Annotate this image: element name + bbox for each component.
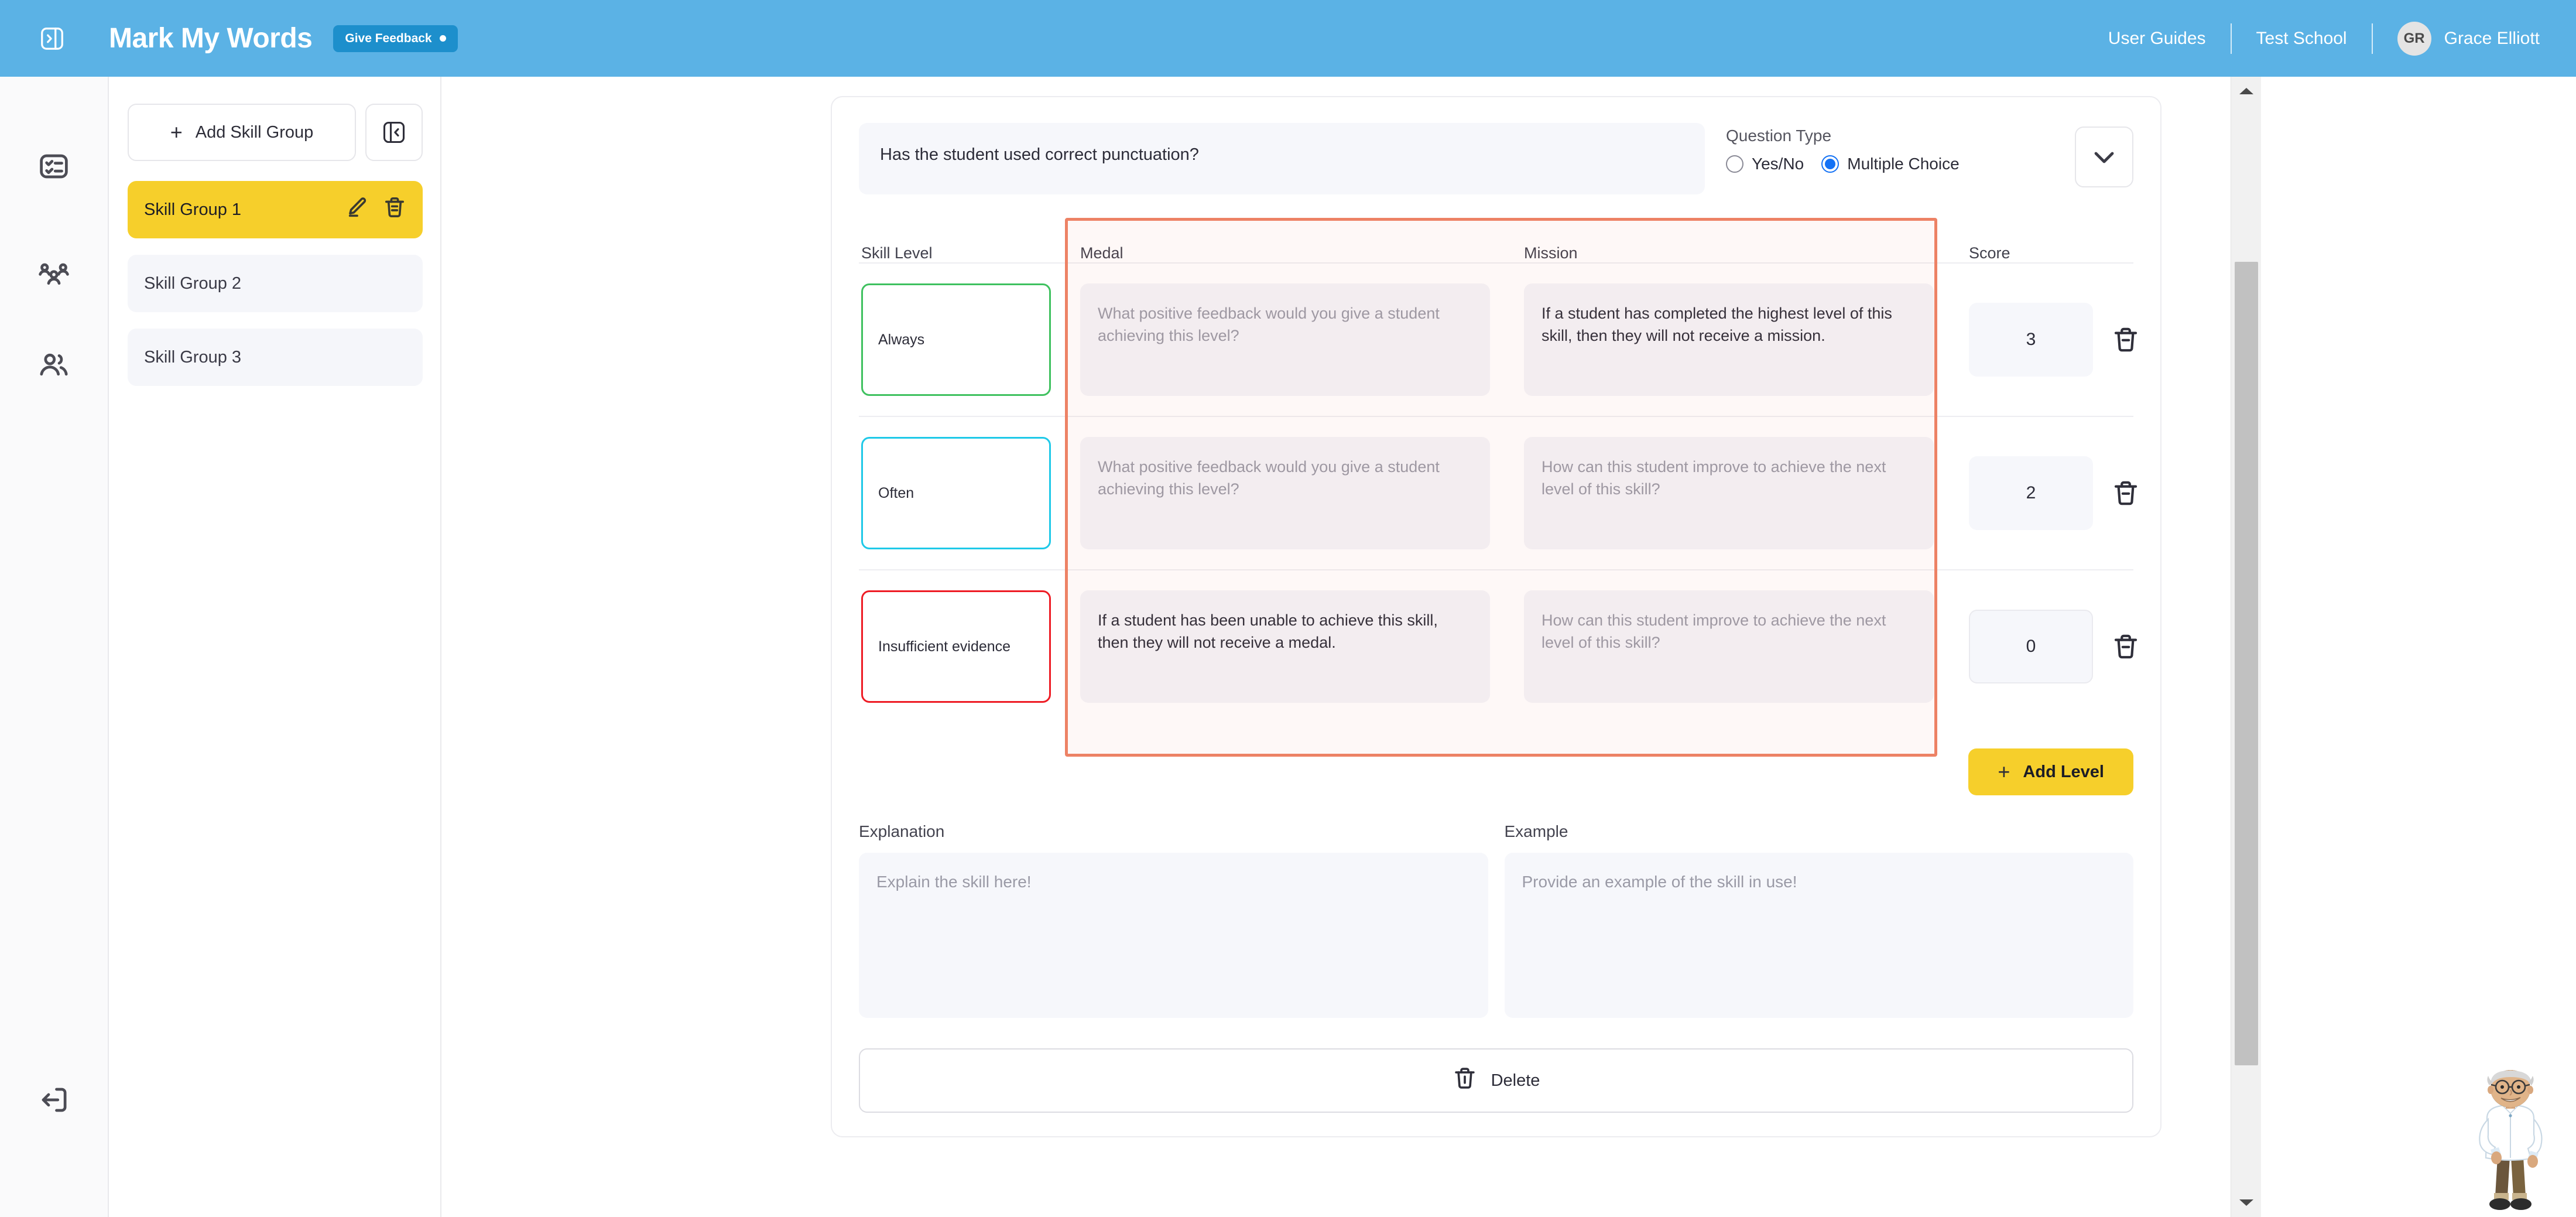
scrollbar[interactable]: [2231, 77, 2261, 1217]
example-input[interactable]: Provide an example of the skill in use!: [1504, 853, 2133, 1018]
delete-skill-button[interactable]: Delete: [859, 1048, 2133, 1113]
scroll-down-arrow[interactable]: [2231, 1189, 2262, 1217]
top-bar: Mark My Words Give Feedback User Guides …: [0, 0, 2576, 77]
add-skill-group-button[interactable]: + Add Skill Group: [128, 104, 356, 161]
question-row: Has the student used correct punctuation…: [859, 123, 2133, 194]
feedback-dot-icon: [439, 35, 446, 42]
skill-groups-toolbar: + Add Skill Group: [128, 104, 423, 161]
add-skill-group-label: Add Skill Group: [195, 122, 314, 142]
users-icon[interactable]: [36, 347, 72, 384]
sidebar-item-skill-group-2[interactable]: Skill Group 2: [128, 255, 423, 312]
skill-level-input[interactable]: Always: [861, 283, 1051, 396]
skill-groups-panel: + Add Skill Group Skill Group 1 Skill Gr…: [110, 77, 441, 1217]
chevron-down-icon[interactable]: [2075, 127, 2133, 187]
mission-input[interactable]: How can this student improve to achieve …: [1524, 590, 1934, 703]
top-bar-right: User Guides Test School GR Grace Elliott: [2084, 0, 2540, 77]
add-level-button[interactable]: + Add Level: [1968, 748, 2133, 795]
skill-group-actions: [345, 196, 406, 224]
radio-yes-no-label: Yes/No: [1752, 155, 1804, 173]
app-brand-title: Mark My Words: [109, 23, 313, 54]
medal-input[interactable]: What positive feedback would you give a …: [1080, 283, 1490, 396]
delete-level-button[interactable]: [2109, 477, 2142, 510]
radio-multiple-choice-label: Multiple Choice: [1847, 155, 1960, 173]
trash-icon[interactable]: [383, 196, 406, 224]
plus-icon: +: [1998, 760, 2010, 784]
sidebar-toggle-icon[interactable]: [35, 22, 69, 56]
skill-level-input[interactable]: Insufficient evidence: [861, 590, 1051, 703]
give-feedback-button[interactable]: Give Feedback: [333, 25, 458, 52]
table-header-row: Skill Level Medal Mission Score: [859, 218, 2133, 262]
question-type-options: Yes/No Multiple Choice: [1726, 155, 2054, 173]
delete-level-button[interactable]: [2109, 630, 2142, 663]
main-content: Has the student used correct punctuation…: [443, 77, 2214, 1217]
delete-label: Delete: [1491, 1071, 1540, 1090]
scrollbar-thumb[interactable]: [2235, 262, 2258, 1065]
medal-input[interactable]: If a student has been unable to achieve …: [1080, 590, 1490, 703]
score-input[interactable]: 3: [1969, 303, 2093, 377]
question-input[interactable]: Has the student used correct punctuation…: [859, 123, 1705, 194]
right-gutter: [2261, 77, 2576, 1217]
sidebar-item-skill-group-3[interactable]: Skill Group 3: [128, 329, 423, 386]
tasks-list-icon[interactable]: [36, 148, 72, 184]
table-row: Always What positive feedback would you …: [859, 262, 2137, 416]
question-type-group: Question Type Yes/No Multiple Choice: [1726, 123, 2054, 173]
header-score: Score: [1969, 244, 2010, 262]
radio-multiple-choice[interactable]: [1821, 155, 1839, 173]
skill-levels-table: Skill Level Medal Mission Score Always W…: [859, 218, 2137, 757]
score-input[interactable]: 0: [1969, 610, 2093, 683]
logout-icon[interactable]: [36, 1082, 72, 1118]
mission-input[interactable]: If a student has completed the highest l…: [1524, 283, 1934, 396]
skill-group-label: Skill Group 1: [144, 200, 242, 219]
skill-group-label: Skill Group 2: [144, 274, 242, 293]
header-mission: Mission: [1524, 244, 1578, 262]
scroll-up-arrow[interactable]: [2231, 77, 2262, 105]
header-medal: Medal: [1080, 244, 1123, 262]
skill-group-list: Skill Group 1 Skill Group 2 Skill Group …: [128, 181, 423, 386]
pencil-icon[interactable]: [345, 196, 369, 224]
example-label: Example: [1504, 822, 1568, 840]
score-input[interactable]: 2: [1969, 456, 2093, 530]
user-guides-link[interactable]: User Guides: [2084, 29, 2231, 49]
medal-input[interactable]: What positive feedback would you give a …: [1080, 437, 1490, 549]
table-row: Often What positive feedback would you g…: [859, 416, 2137, 569]
question-type-label: Question Type: [1726, 127, 1832, 145]
plus-icon: +: [170, 120, 183, 144]
explanation-example-row: Explanation Explain the skill here! Exam…: [859, 822, 2133, 1018]
explanation-label: Explanation: [859, 822, 945, 840]
user-name: Grace Elliott: [2444, 28, 2540, 48]
delete-level-button[interactable]: [2109, 323, 2142, 356]
panel-collapse-icon[interactable]: [365, 104, 423, 161]
example-group: Example Provide an example of the skill …: [1504, 822, 2133, 1018]
app-root: Mark My Words Give Feedback User Guides …: [0, 0, 2576, 1217]
give-feedback-label: Give Feedback: [345, 31, 432, 45]
add-level-label: Add Level: [2023, 762, 2104, 781]
avatar: GR: [2397, 21, 2431, 56]
explanation-group: Explanation Explain the skill here!: [859, 822, 1488, 1018]
people-group-icon[interactable]: [36, 258, 72, 295]
school-name-link[interactable]: Test School: [2232, 29, 2372, 49]
skill-level-input[interactable]: Often: [861, 437, 1051, 549]
header-skill-level: Skill Level: [861, 244, 933, 262]
skill-editor-card: Has the student used correct punctuation…: [831, 96, 2161, 1137]
add-level-row: + Add Level: [859, 748, 2133, 795]
sidebar-item-skill-group-1[interactable]: Skill Group 1: [128, 181, 423, 238]
skill-group-label: Skill Group 3: [144, 347, 242, 367]
table-row: Insufficient evidence If a student has b…: [859, 569, 2137, 723]
user-menu[interactable]: GR Grace Elliott: [2373, 21, 2540, 56]
trash-icon: [1453, 1066, 1477, 1095]
teacher-mascot: [2452, 1069, 2569, 1217]
radio-yes-no[interactable]: [1726, 155, 1743, 173]
mission-input[interactable]: How can this student improve to achieve …: [1524, 437, 1934, 549]
explanation-input[interactable]: Explain the skill here!: [859, 853, 1488, 1018]
icon-rail: [0, 77, 109, 1217]
